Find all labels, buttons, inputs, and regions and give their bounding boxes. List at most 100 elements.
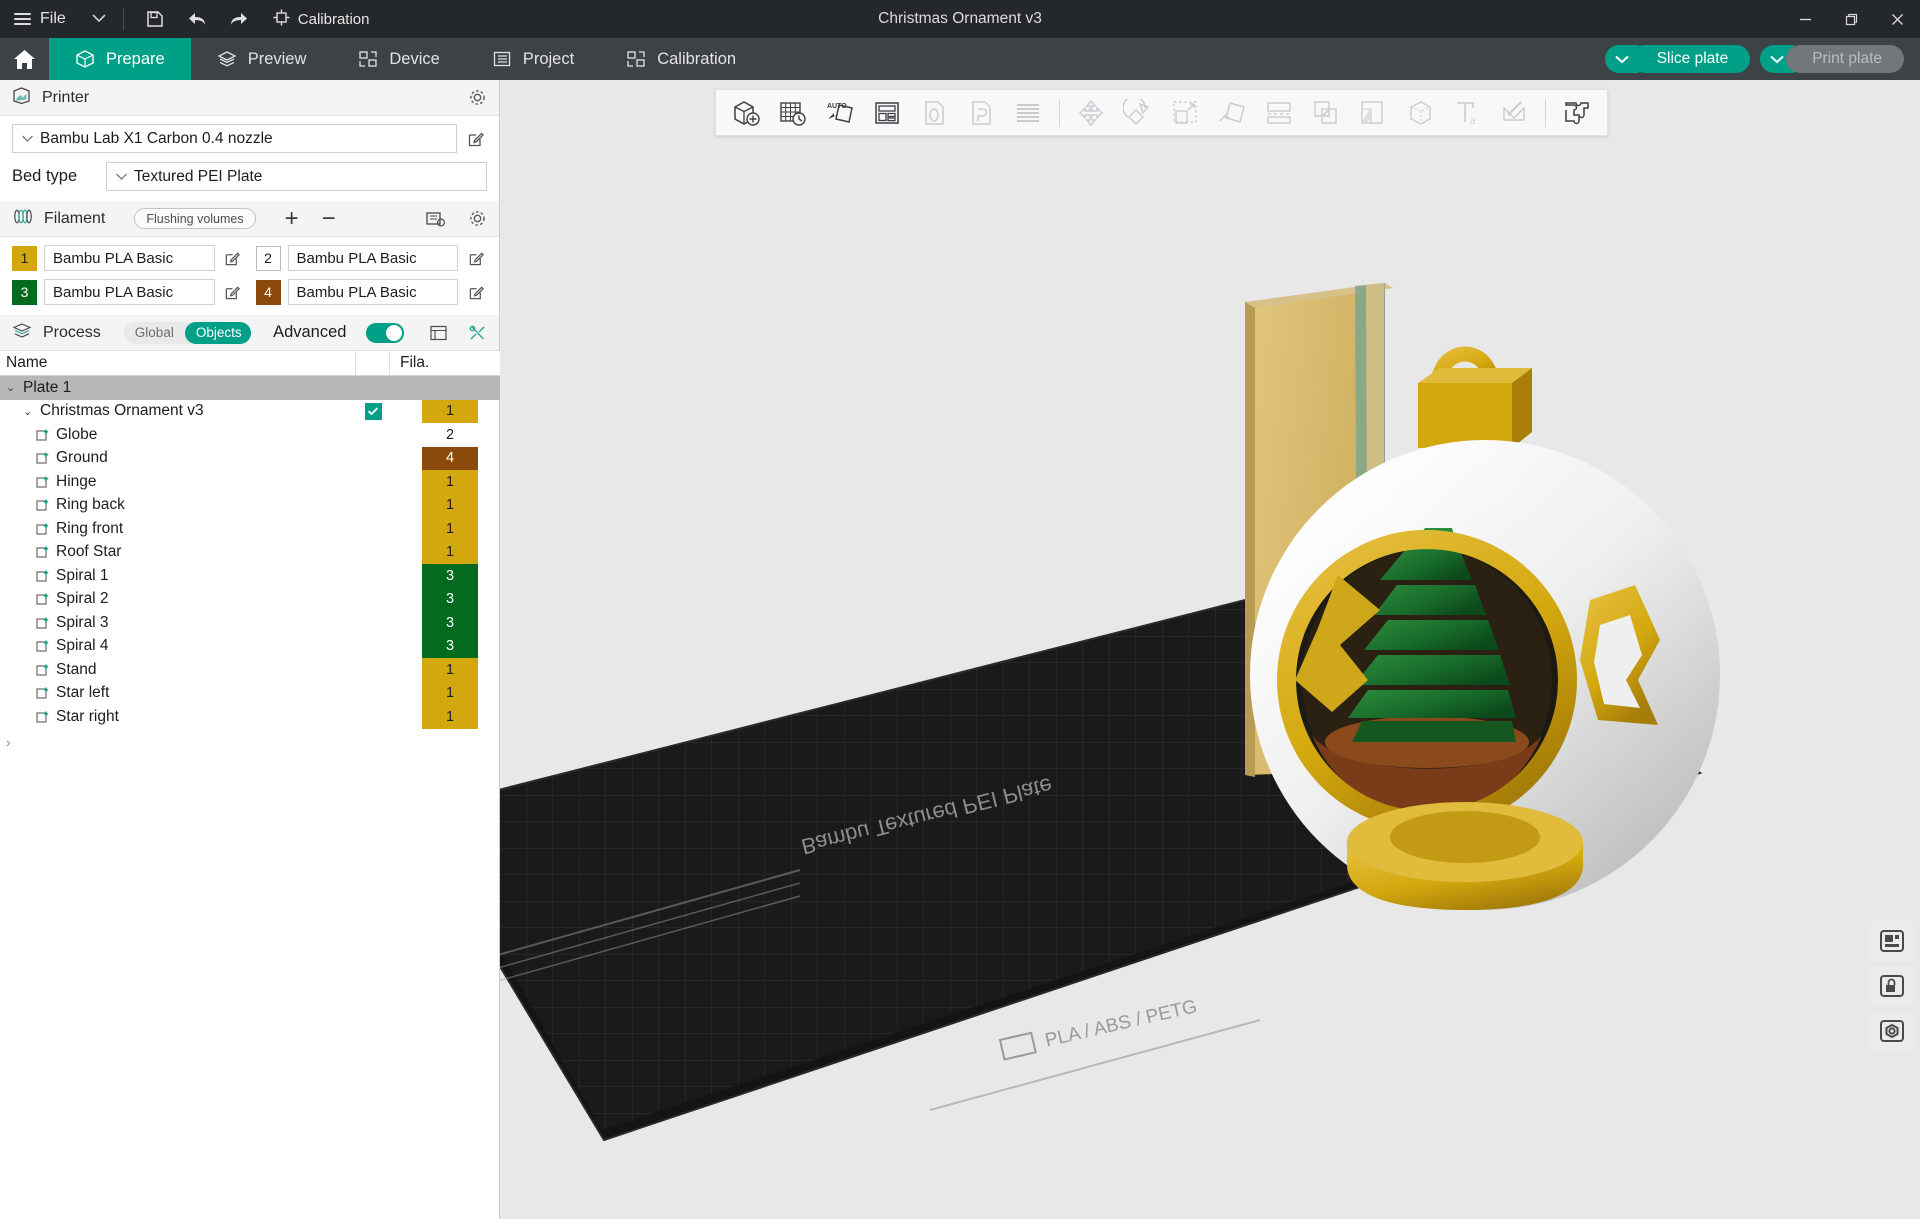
- hamburger-menu-icon[interactable]: [14, 13, 31, 25]
- auto-arrange-icon[interactable]: AUTO: [817, 91, 863, 134]
- filament-edit-icon[interactable]: [222, 247, 244, 269]
- table-row[interactable]: Star left 1: [0, 681, 500, 705]
- scale-icon: [1162, 91, 1208, 134]
- scope-global-option[interactable]: Global: [124, 322, 185, 344]
- filament-cell[interactable]: 1: [422, 658, 478, 682]
- object-child-filament-cell: 3: [390, 611, 500, 635]
- filament-edit-icon[interactable]: [465, 281, 487, 303]
- object-child-label: Ring back: [56, 496, 125, 514]
- bed-type-value: Textured PEI Plate: [134, 167, 263, 185]
- device-icon: [358, 49, 378, 69]
- filament-edit-icon[interactable]: [465, 247, 487, 269]
- filament-item-2: 2 Bambu PLA Basic: [255, 245, 488, 271]
- sync-ams-icon[interactable]: [425, 209, 445, 228]
- advanced-toggle[interactable]: [366, 322, 404, 343]
- object-child-name: Spiral 1: [0, 564, 356, 588]
- tab-device[interactable]: Device: [332, 38, 465, 80]
- plate-settings-icon[interactable]: [1870, 1011, 1914, 1051]
- redo-icon[interactable]: [224, 6, 254, 32]
- maximize-restore-button[interactable]: [1828, 0, 1874, 38]
- printer-preset-combo[interactable]: Bambu Lab X1 Carbon 0.4 nozzle: [12, 124, 457, 153]
- object-child-checkbox-cell: [356, 423, 390, 447]
- table-row[interactable]: Ground 4: [0, 446, 500, 470]
- table-row[interactable]: Hinge 1: [0, 470, 500, 494]
- add-plate-icon[interactable]: [770, 91, 816, 134]
- table-row-plate[interactable]: ⌄ Plate 1: [0, 376, 500, 400]
- file-menu-label[interactable]: File: [40, 10, 66, 28]
- filament-cell[interactable]: 1: [422, 705, 478, 729]
- table-row[interactable]: Star right 1: [0, 705, 500, 729]
- filament-color-swatch[interactable]: 4: [255, 279, 281, 305]
- list-view-icon[interactable]: [429, 324, 448, 342]
- filament-color-swatch[interactable]: 3: [12, 279, 37, 305]
- table-row[interactable]: Roof Star 1: [0, 540, 500, 564]
- table-row-object-root[interactable]: ⌄ Christmas Ornament v3 1: [0, 399, 500, 423]
- minimize-button[interactable]: [1782, 0, 1828, 38]
- object-tools-icon[interactable]: [468, 324, 487, 342]
- filament-preset-combo[interactable]: Bambu PLA Basic: [287, 279, 458, 305]
- table-row[interactable]: Spiral 2 3: [0, 587, 500, 611]
- filament-cell[interactable]: 1: [422, 540, 478, 564]
- chevron-down-icon[interactable]: ⌄: [6, 381, 18, 394]
- bed-type-icon[interactable]: [1870, 921, 1914, 961]
- title-bar: File Calibration Christmas Ornament v3: [0, 0, 1920, 38]
- flushing-volumes-button[interactable]: Flushing volumes: [134, 208, 256, 229]
- remove-filament-button[interactable]: −: [316, 206, 342, 231]
- undo-icon[interactable]: [182, 6, 212, 32]
- printer-preset-edit-icon[interactable]: [465, 128, 487, 150]
- filament-edit-icon[interactable]: [222, 281, 244, 303]
- tab-preview[interactable]: Preview: [191, 38, 333, 80]
- add-filament-button[interactable]: +: [279, 206, 305, 231]
- filament-cell[interactable]: 3: [422, 634, 478, 658]
- lock-plate-icon[interactable]: [1870, 966, 1914, 1006]
- filament-cell[interactable]: 3: [422, 587, 478, 611]
- filament-cell[interactable]: 1: [422, 517, 478, 541]
- filament-cell[interactable]: 1: [422, 681, 478, 705]
- home-icon[interactable]: [0, 38, 49, 80]
- table-row[interactable]: Ring front 1: [0, 517, 500, 541]
- table-row[interactable]: Ring back 1: [0, 493, 500, 517]
- main-menu-group: File: [0, 10, 107, 28]
- printer-settings-gear-icon[interactable]: [468, 88, 487, 107]
- filament-cell[interactable]: 2: [422, 423, 478, 447]
- filament-preset-combo[interactable]: Bambu PLA Basic: [44, 279, 215, 305]
- tab-calibration[interactable]: Calibration: [600, 38, 762, 80]
- process-scope-switch: Global Objects: [123, 321, 252, 344]
- column-header-filament: Fila.: [400, 354, 430, 371]
- save-icon[interactable]: [140, 6, 170, 32]
- table-row[interactable]: Spiral 3 3: [0, 611, 500, 635]
- tab-project[interactable]: Project: [466, 38, 600, 80]
- filament-settings-gear-icon[interactable]: [468, 209, 487, 228]
- object-part-icon: [35, 615, 51, 630]
- add-object-icon[interactable]: [723, 91, 769, 134]
- filament-color-swatch[interactable]: 1: [12, 245, 37, 271]
- slice-plate-button[interactable]: Slice plate: [1630, 45, 1751, 73]
- filament-cell[interactable]: 4: [422, 446, 478, 470]
- table-row[interactable]: Stand 1: [0, 658, 500, 682]
- 3d-viewport[interactable]: Bambu Textured PEI Plate PLA / ABS / PET…: [500, 80, 1920, 1219]
- filament-cell[interactable]: 1: [422, 493, 478, 517]
- filament-preset-combo[interactable]: Bambu PLA Basic: [44, 245, 215, 271]
- chevron-down-icon[interactable]: [91, 12, 107, 26]
- bed-type-combo[interactable]: Textured PEI Plate: [106, 162, 487, 191]
- calibration-menu-button[interactable]: Calibration: [272, 8, 370, 31]
- filament-color-swatch[interactable]: 2: [255, 245, 281, 271]
- filament-cell[interactable]: 1: [422, 470, 478, 494]
- filament-cell[interactable]: 3: [422, 564, 478, 588]
- filament-cell[interactable]: 3: [422, 611, 478, 635]
- scope-objects-option[interactable]: Objects: [184, 321, 252, 344]
- auto-orient-icon[interactable]: [864, 91, 910, 134]
- table-row[interactable]: Globe 2: [0, 423, 500, 447]
- object-child-label: Ground: [56, 449, 108, 467]
- filament-preset-combo[interactable]: Bambu PLA Basic: [287, 245, 458, 271]
- close-button[interactable]: [1874, 0, 1920, 38]
- assembly-view-icon[interactable]: [1554, 91, 1600, 134]
- chevron-down-icon[interactable]: ⌄: [23, 405, 35, 418]
- tree-expander[interactable]: ›: [0, 729, 500, 750]
- print-plate-button[interactable]: Print plate: [1786, 45, 1904, 73]
- table-row[interactable]: Spiral 4 3: [0, 634, 500, 658]
- table-row[interactable]: Spiral 1 3: [0, 564, 500, 588]
- filament-cell[interactable]: 1: [422, 399, 478, 423]
- tab-prepare[interactable]: Prepare: [49, 38, 191, 80]
- object-visibility-checkbox[interactable]: [364, 402, 382, 420]
